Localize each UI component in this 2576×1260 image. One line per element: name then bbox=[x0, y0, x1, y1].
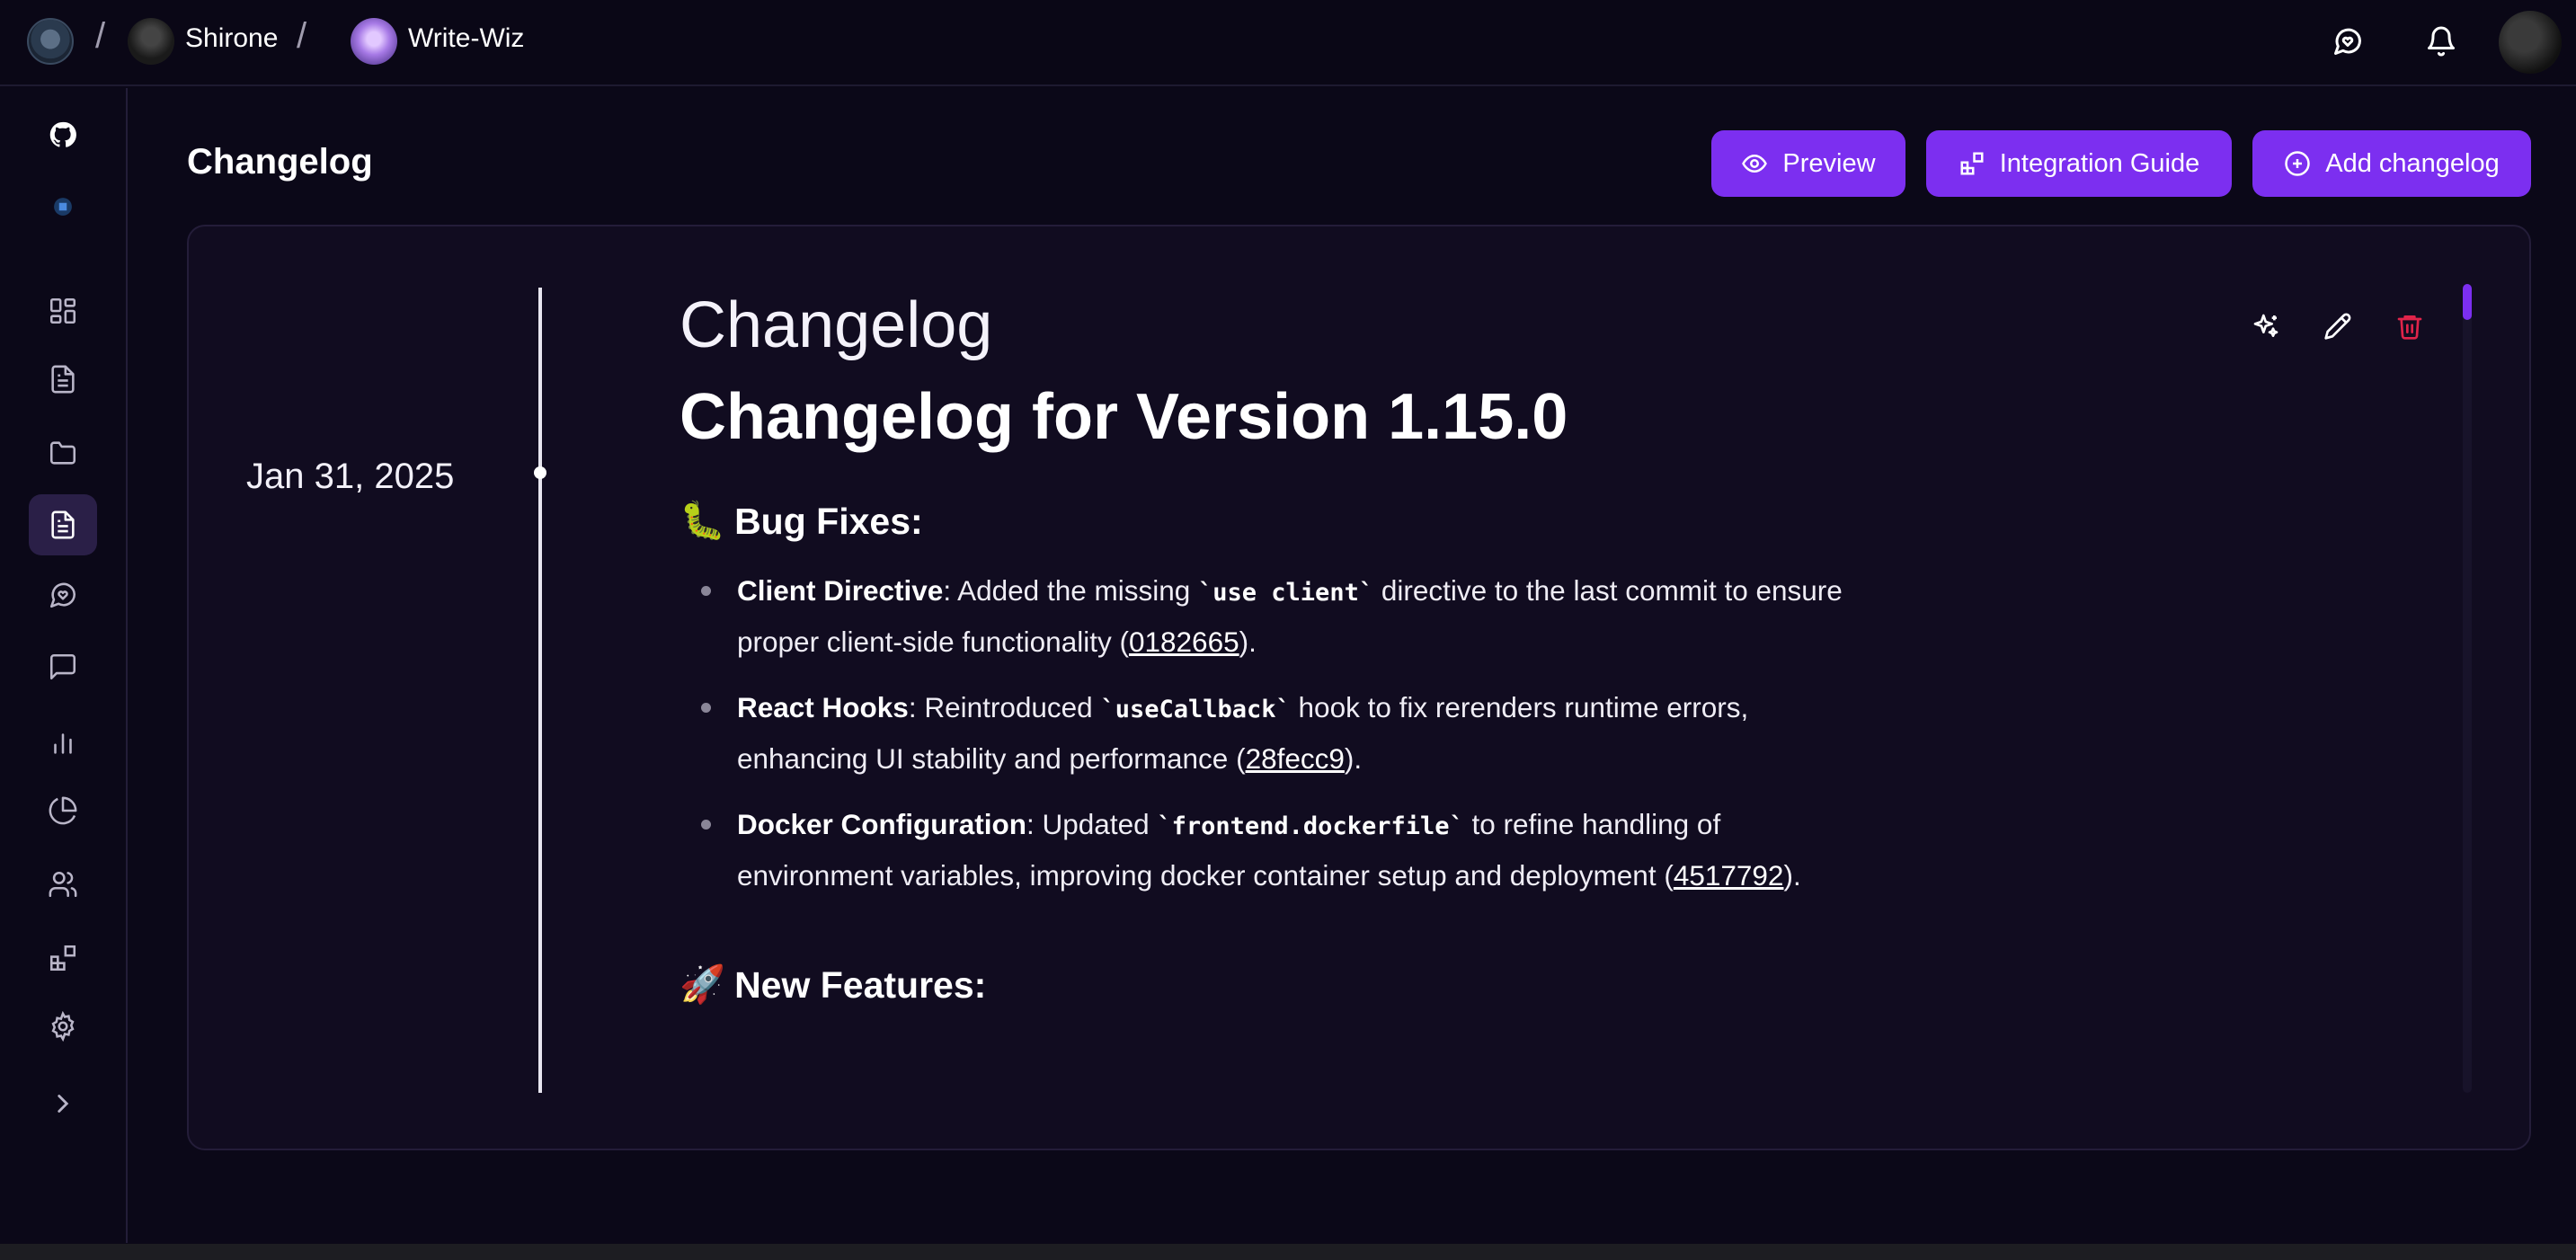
integrations-icon[interactable] bbox=[29, 927, 97, 989]
commit-link[interactable]: 4517792 bbox=[1674, 859, 1784, 892]
item-text: ). bbox=[1344, 742, 1363, 775]
document-icon[interactable] bbox=[29, 349, 97, 410]
breadcrumb-workspace[interactable]: Shirone bbox=[185, 23, 278, 54]
version-title: Changelog for Version 1.15.0 bbox=[680, 381, 1568, 453]
page-title: Changelog bbox=[187, 142, 373, 182]
item-label: Docker Configuration bbox=[737, 808, 1027, 840]
scrollbar-thumb[interactable] bbox=[2463, 284, 2472, 320]
add-changelog-button[interactable]: Add changelog bbox=[2252, 130, 2531, 197]
bug-emoji-icon: 🐛 bbox=[680, 500, 726, 541]
github-icon[interactable] bbox=[29, 104, 97, 165]
bar-chart-icon[interactable] bbox=[29, 712, 97, 773]
user-avatar[interactable] bbox=[2499, 11, 2562, 74]
app-logo[interactable] bbox=[27, 18, 74, 65]
item-text: : Reintroduced bbox=[908, 691, 1101, 723]
rocket-emoji-icon: 🚀 bbox=[680, 963, 726, 1005]
inline-code: `use client` bbox=[1198, 579, 1374, 607]
integration-guide-button-label: Integration Guide bbox=[1999, 148, 2200, 178]
bell-icon[interactable] bbox=[2420, 20, 2463, 63]
item-label: Client Directive bbox=[737, 574, 944, 607]
edit-pencil-icon[interactable] bbox=[2317, 306, 2358, 347]
integration-guide-button[interactable]: Integration Guide bbox=[1926, 130, 2232, 197]
project-avatar[interactable] bbox=[351, 18, 397, 65]
preview-button[interactable]: Preview bbox=[1711, 130, 1905, 197]
add-changelog-button-label: Add changelog bbox=[2325, 148, 2500, 178]
changelog-entry-content: Changelog Changelog for Version 1.15.0 🐛… bbox=[680, 288, 1848, 1093]
commit-link[interactable]: 0182665 bbox=[1129, 626, 1239, 658]
inline-code: `frontend.dockerfile` bbox=[1157, 812, 1464, 840]
project-logo-icon[interactable] bbox=[29, 176, 97, 237]
workspace-avatar[interactable] bbox=[128, 18, 174, 65]
feedback-icon[interactable] bbox=[29, 564, 97, 626]
dashboard-grid-icon[interactable] bbox=[29, 280, 97, 342]
item-text: ). bbox=[1783, 859, 1801, 892]
list-item: Docker Configuration: Updated `frontend.… bbox=[701, 800, 1848, 901]
settings-icon[interactable] bbox=[29, 996, 97, 1057]
inline-code: `useCallback` bbox=[1100, 696, 1291, 723]
chat-icon[interactable] bbox=[29, 636, 97, 697]
delete-trash-icon[interactable] bbox=[2389, 306, 2430, 347]
bug-fixes-list: Client Directive: Added the missing `use… bbox=[680, 566, 1848, 901]
item-label: React Hooks bbox=[737, 691, 909, 723]
list-item: React Hooks: Reintroduced `useCallback` … bbox=[701, 683, 1848, 784]
ai-sparkle-icon[interactable] bbox=[2245, 306, 2287, 347]
plus-circle-icon bbox=[2285, 151, 2310, 176]
bug-fixes-heading: 🐛 Bug Fixes: bbox=[680, 500, 1848, 543]
new-features-title: New Features: bbox=[734, 963, 987, 1006]
sidebar bbox=[0, 88, 128, 1243]
feedback-icon[interactable] bbox=[2326, 20, 2369, 63]
users-icon[interactable] bbox=[29, 854, 97, 915]
window-bottom-edge bbox=[0, 1244, 2576, 1260]
entry-date: Jan 31, 2025 bbox=[246, 457, 455, 496]
integrations-icon bbox=[1960, 152, 1984, 175]
commit-link[interactable]: 28fecc9 bbox=[1246, 742, 1345, 775]
changelog-document-icon[interactable] bbox=[29, 494, 97, 555]
timeline-line bbox=[538, 288, 542, 1093]
eye-icon bbox=[1742, 154, 1768, 173]
item-text: : Added the missing bbox=[943, 574, 1199, 607]
bug-fixes-title: Bug Fixes: bbox=[734, 500, 923, 542]
breadcrumb-separator: / bbox=[95, 16, 106, 56]
folder-icon[interactable] bbox=[29, 422, 97, 484]
list-item: Client Directive: Added the missing `use… bbox=[701, 566, 1848, 667]
item-text: : Updated bbox=[1026, 808, 1158, 840]
timeline-dot bbox=[534, 466, 546, 479]
preview-button-label: Preview bbox=[1782, 148, 1876, 178]
top-navigation-bar: / Shirone / Write-Wiz bbox=[0, 0, 2576, 86]
breadcrumb-project[interactable]: Write-Wiz bbox=[408, 23, 524, 54]
entry-heading: Changelog bbox=[680, 289, 993, 361]
new-features-heading: 🚀 New Features: bbox=[680, 963, 1848, 1007]
item-text: ). bbox=[1239, 626, 1257, 658]
breadcrumb-separator: / bbox=[297, 16, 307, 56]
pie-chart-icon[interactable] bbox=[29, 780, 97, 841]
content-scrollbar[interactable] bbox=[2463, 284, 2472, 1093]
expand-chevron-icon[interactable] bbox=[29, 1073, 97, 1134]
